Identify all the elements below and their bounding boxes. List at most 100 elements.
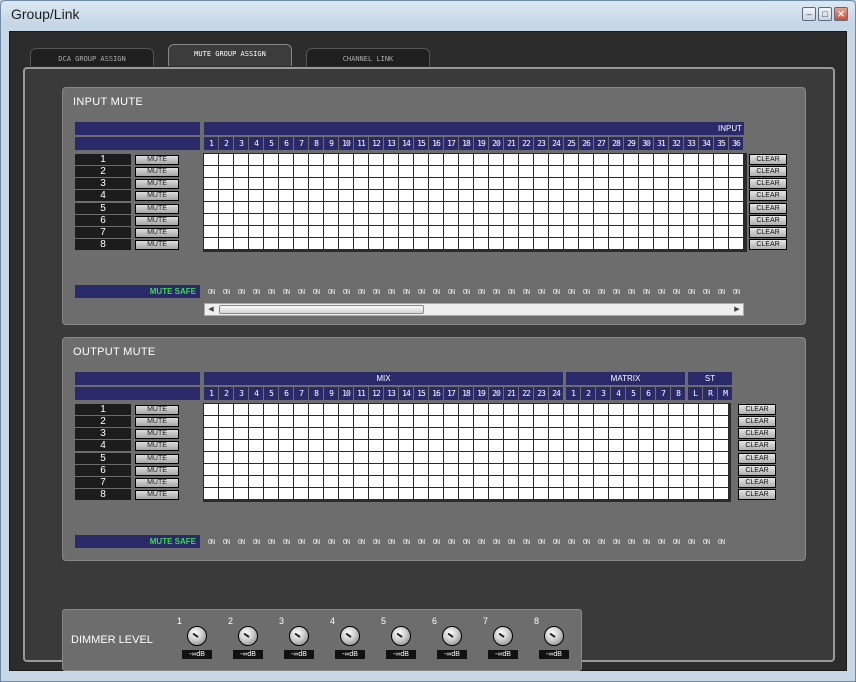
output-mute-cell[interactable] [714, 452, 728, 463]
input-mute-cell[interactable] [234, 190, 248, 201]
input-mute-cell[interactable] [384, 154, 398, 165]
input-mute-cell[interactable] [474, 178, 488, 189]
output-mute-cell[interactable] [579, 476, 593, 487]
input-mute-cell[interactable] [309, 214, 323, 225]
input-mute-cell[interactable] [294, 202, 308, 213]
input-mute-cell[interactable] [459, 178, 473, 189]
minimize-button[interactable]: – [802, 7, 816, 21]
input-mute-cell[interactable] [504, 238, 518, 249]
dimmer-level-knob[interactable] [289, 626, 309, 646]
input-mute-cell[interactable] [339, 214, 353, 225]
output-clear-button[interactable]: CLEAR [738, 477, 776, 488]
output-mute-cell[interactable] [309, 428, 323, 439]
input-mute-cell[interactable] [489, 154, 503, 165]
input-mute-cell[interactable] [324, 166, 338, 177]
output-mute-cell[interactable] [474, 452, 488, 463]
output-mute-cell[interactable] [384, 440, 398, 451]
output-mute-cell[interactable] [654, 476, 668, 487]
output-mute-cell[interactable] [459, 488, 473, 499]
output-mute-cell[interactable] [459, 476, 473, 487]
output-mute-cell[interactable] [459, 428, 473, 439]
input-mute-cell[interactable] [669, 154, 683, 165]
input-mute-cell[interactable] [414, 238, 428, 249]
output-mute-cell[interactable] [399, 476, 413, 487]
input-mute-cell[interactable] [489, 238, 503, 249]
output-mute-cell[interactable] [624, 452, 638, 463]
input-mute-cell[interactable] [639, 202, 653, 213]
output-mute-cell[interactable] [489, 488, 503, 499]
output-clear-button[interactable]: CLEAR [738, 465, 776, 476]
output-mute-cell[interactable] [414, 476, 428, 487]
output-mute-cell[interactable] [279, 464, 293, 475]
input-mute-cell[interactable] [249, 190, 263, 201]
output-mute-cell[interactable] [309, 416, 323, 427]
output-clear-button[interactable]: CLEAR [738, 428, 776, 439]
input-mute-button[interactable]: MUTE [135, 155, 179, 165]
output-mute-cell[interactable] [714, 464, 728, 475]
input-mute-cell[interactable] [459, 238, 473, 249]
input-mute-cell[interactable] [639, 214, 653, 225]
input-mute-cell[interactable] [309, 178, 323, 189]
output-mute-safe-toggle[interactable]: ON [639, 537, 653, 547]
output-mute-safe-toggle[interactable]: ON [534, 537, 548, 547]
input-mute-cell[interactable] [534, 226, 548, 237]
output-mute-cell[interactable] [624, 416, 638, 427]
input-mute-cell[interactable] [654, 166, 668, 177]
input-mute-cell[interactable] [369, 178, 383, 189]
input-mute-cell[interactable] [549, 238, 563, 249]
input-mute-cell[interactable] [459, 166, 473, 177]
output-clear-button[interactable]: CLEAR [738, 440, 776, 451]
output-mute-cell[interactable] [519, 440, 533, 451]
output-mute-cell[interactable] [534, 416, 548, 427]
input-mute-cell[interactable] [219, 226, 233, 237]
output-mute-cell[interactable] [294, 452, 308, 463]
input-mute-cell[interactable] [309, 190, 323, 201]
input-mute-cell[interactable] [309, 226, 323, 237]
input-mute-cell[interactable] [624, 238, 638, 249]
output-mute-cell[interactable] [399, 488, 413, 499]
output-mute-cell[interactable] [654, 452, 668, 463]
input-mute-cell[interactable] [294, 190, 308, 201]
output-mute-cell[interactable] [519, 428, 533, 439]
output-mute-cell[interactable] [324, 416, 338, 427]
input-mute-cell[interactable] [339, 190, 353, 201]
input-mute-cell[interactable] [669, 226, 683, 237]
output-mute-cell[interactable] [639, 452, 653, 463]
input-mute-cell[interactable] [729, 154, 743, 165]
output-mute-cell[interactable] [474, 440, 488, 451]
output-mute-cell[interactable] [549, 452, 563, 463]
input-mute-cell[interactable] [369, 226, 383, 237]
output-mute-cell[interactable] [264, 452, 278, 463]
output-mute-safe-toggle[interactable]: ON [219, 537, 233, 547]
output-mute-cell[interactable] [294, 404, 308, 415]
input-mute-cell[interactable] [384, 238, 398, 249]
output-mute-cell[interactable] [399, 428, 413, 439]
input-mute-cell[interactable] [714, 202, 728, 213]
input-mute-cell[interactable] [714, 190, 728, 201]
input-mute-cell[interactable] [624, 166, 638, 177]
input-mute-cell[interactable] [594, 166, 608, 177]
output-mute-cell[interactable] [234, 404, 248, 415]
input-mute-safe-toggle[interactable]: ON [699, 287, 713, 297]
input-mute-cell[interactable] [204, 226, 218, 237]
input-mute-cell[interactable] [684, 238, 698, 249]
input-mute-cell[interactable] [549, 214, 563, 225]
output-mute-safe-toggle[interactable]: ON [324, 537, 338, 547]
tab-mute-group-assign[interactable]: MUTE GROUP ASSIGN [168, 44, 292, 66]
input-mute-cell[interactable] [564, 190, 578, 201]
input-mute-cell[interactable] [444, 178, 458, 189]
output-mute-cell[interactable] [609, 428, 623, 439]
input-mute-cell[interactable] [624, 154, 638, 165]
input-mute-cell[interactable] [279, 226, 293, 237]
input-mute-cell[interactable] [639, 166, 653, 177]
output-mute-safe-toggle[interactable]: ON [669, 537, 683, 547]
output-mute-cell[interactable] [264, 488, 278, 499]
output-mute-cell[interactable] [699, 428, 713, 439]
output-mute-cell[interactable] [564, 404, 578, 415]
output-mute-cell[interactable] [204, 428, 218, 439]
output-mute-cell[interactable] [339, 404, 353, 415]
output-mute-cell[interactable] [564, 476, 578, 487]
input-mute-cell[interactable] [549, 202, 563, 213]
output-mute-safe-toggle[interactable]: ON [699, 537, 713, 547]
output-mute-cell[interactable] [594, 416, 608, 427]
